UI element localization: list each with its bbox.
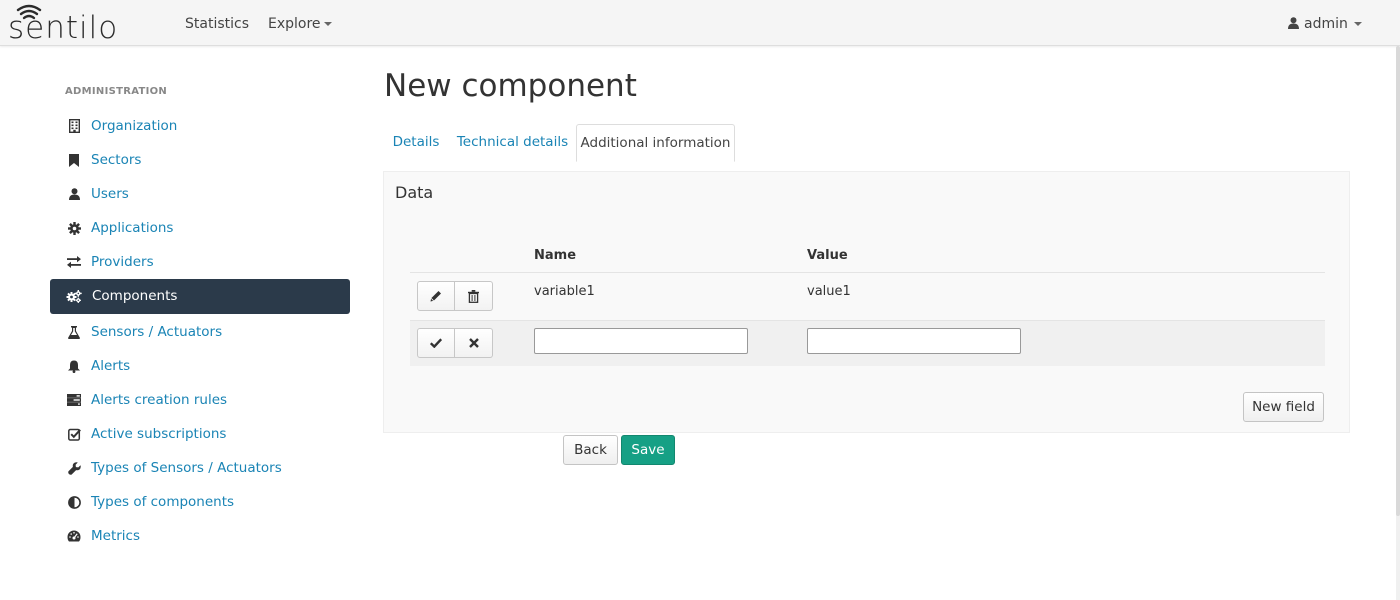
sidebar-item-organization[interactable]: Organization bbox=[50, 109, 350, 143]
trash-icon bbox=[468, 289, 479, 303]
user-name: admin bbox=[1304, 16, 1348, 32]
page-scrollbar[interactable] bbox=[1396, 46, 1400, 600]
user-menu-dropdown[interactable]: admin bbox=[1288, 16, 1362, 32]
sidebar-item-label: Sensors / Actuators bbox=[91, 324, 223, 340]
pencil-icon bbox=[430, 291, 441, 302]
sidebar-item-label: Applications bbox=[91, 220, 174, 236]
new-field-value-input[interactable] bbox=[807, 328, 1021, 354]
tab-details[interactable]: Details bbox=[384, 124, 448, 161]
new-field-button[interactable]: New field bbox=[1243, 392, 1324, 422]
sidebar-item-alerts-creation-rules[interactable]: Alerts creation rules bbox=[50, 383, 350, 417]
nav-explore-label: Explore bbox=[268, 16, 321, 32]
user-icon bbox=[66, 177, 82, 211]
sidebar-item-label: Metrics bbox=[91, 528, 141, 544]
sidebar-item-types-sensors-actuators[interactable]: Types of Sensors / Actuators bbox=[50, 451, 350, 485]
sidebar-item-sensors-actuators[interactable]: Sensors / Actuators bbox=[50, 315, 350, 349]
check-icon bbox=[430, 338, 442, 348]
confirm-row-button[interactable] bbox=[417, 328, 455, 358]
sidebar-header: ADMINISTRATION bbox=[65, 86, 168, 97]
exchange-icon bbox=[66, 245, 82, 279]
panel-title: Data bbox=[395, 183, 434, 202]
column-header-value: Value bbox=[807, 248, 848, 263]
row-value-cell: value1 bbox=[807, 284, 851, 299]
nav-statistics[interactable]: Statistics bbox=[185, 16, 249, 32]
sidebar-item-providers[interactable]: Providers bbox=[50, 245, 350, 279]
sidebar-item-label: Providers bbox=[91, 254, 154, 270]
caret-down-icon bbox=[323, 22, 332, 26]
back-button[interactable]: Back bbox=[563, 435, 618, 465]
cancel-row-button[interactable] bbox=[455, 328, 493, 358]
column-header-name: Name bbox=[534, 248, 577, 263]
bookmark-icon bbox=[66, 143, 82, 177]
page-title: New component bbox=[384, 68, 637, 104]
save-button[interactable]: Save bbox=[621, 435, 675, 465]
new-field-name-input[interactable] bbox=[534, 328, 748, 354]
svg-text:sentilo: sentilo bbox=[8, 10, 118, 42]
top-navbar: sentilo Statistics Explore admin bbox=[0, 0, 1400, 46]
tab-additional-information[interactable]: Additional information bbox=[576, 124, 735, 162]
gears-icon bbox=[66, 279, 82, 313]
nav-explore-dropdown[interactable]: Explore bbox=[268, 16, 332, 32]
building-icon bbox=[66, 109, 82, 143]
scrollbar-thumb[interactable] bbox=[1396, 46, 1400, 516]
wrench-icon bbox=[66, 451, 82, 485]
sidebar-item-label: Users bbox=[91, 186, 129, 202]
table-divider bbox=[410, 272, 1325, 273]
sidebar-item-applications[interactable]: Applications bbox=[50, 211, 350, 245]
sidebar-item-label: Components bbox=[92, 288, 178, 304]
additional-information-panel: Data Name Value variable1 value1 New fie… bbox=[383, 171, 1350, 433]
row-name-cell: variable1 bbox=[534, 284, 595, 299]
check-square-icon bbox=[66, 417, 82, 451]
sidebar-item-users[interactable]: Users bbox=[50, 177, 350, 211]
user-icon bbox=[1288, 17, 1299, 29]
sidebar-item-alerts[interactable]: Alerts bbox=[50, 349, 350, 383]
caret-down-icon bbox=[1353, 22, 1362, 26]
adjust-icon bbox=[66, 485, 82, 519]
sidebar-item-label: Active subscriptions bbox=[91, 426, 227, 442]
dashboard-icon bbox=[66, 519, 82, 553]
sidebar-item-label: Types of Sensors / Actuators bbox=[91, 460, 282, 476]
sentilo-logo[interactable]: sentilo bbox=[8, 2, 144, 46]
sidebar-item-label: Organization bbox=[91, 118, 178, 134]
sidebar-item-active-subscriptions[interactable]: Active subscriptions bbox=[50, 417, 350, 451]
tasks-icon bbox=[66, 383, 82, 417]
flask-icon bbox=[66, 315, 82, 349]
gear-icon bbox=[66, 211, 82, 245]
delete-row-button[interactable] bbox=[455, 281, 493, 311]
sidebar-item-types-of-components[interactable]: Types of components bbox=[50, 485, 350, 519]
edit-row-button[interactable] bbox=[417, 281, 455, 311]
sidebar-item-sectors[interactable]: Sectors bbox=[50, 143, 350, 177]
sidebar-item-components[interactable]: Components bbox=[50, 279, 350, 314]
tab-technical-details[interactable]: Technical details bbox=[453, 124, 572, 161]
sidebar-item-label: Sectors bbox=[91, 152, 142, 168]
sidebar-item-label: Alerts bbox=[91, 358, 131, 374]
sidebar-item-label: Alerts creation rules bbox=[91, 392, 228, 408]
bell-icon bbox=[66, 349, 82, 383]
sidebar-item-metrics[interactable]: Metrics bbox=[50, 519, 350, 553]
close-icon bbox=[468, 338, 479, 348]
sidebar-item-label: Types of components bbox=[91, 494, 235, 510]
